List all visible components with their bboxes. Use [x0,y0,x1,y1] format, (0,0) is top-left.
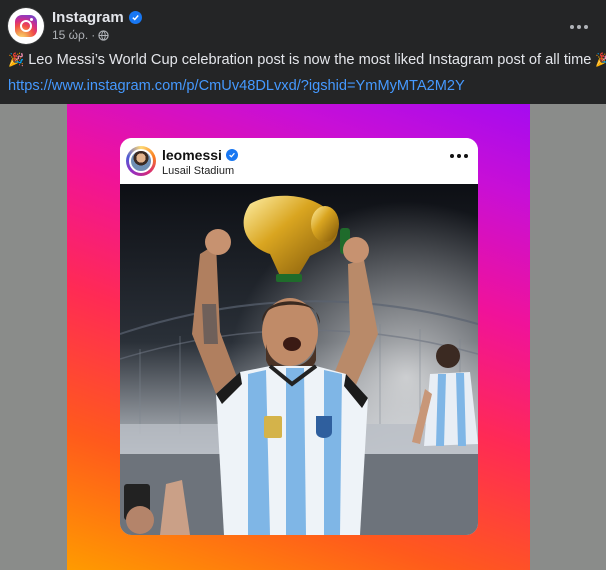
gradient-frame: leomessi Lusail Stadium [67,104,530,570]
embed-more-icon [450,154,468,158]
party-popper-icon: 🎉 [8,52,25,67]
page-avatar[interactable] [8,8,44,44]
post-media[interactable]: leomessi Lusail Stadium [0,104,606,570]
post-text-row: 🎉 Leo Messi’s World Cup celebration post… [8,52,606,68]
page-name[interactable]: Instagram [52,9,124,26]
embed-username: leomessi [162,147,222,163]
post-link[interactable]: https://www.instagram.com/p/CmUv48DLvxd/… [8,78,465,94]
post-header: Instagram 15 ώρ. · [8,8,598,44]
verified-badge-icon [225,149,238,161]
post-time[interactable]: 15 ώρ. [52,28,88,42]
embed-location: Lusail Stadium [162,165,235,177]
globe-icon [98,29,109,41]
embed-header: leomessi Lusail Stadium [120,138,478,184]
embed-avatar [126,146,156,176]
messi-trophy-photo [120,184,478,535]
post-meta: 15 ώρ. · [52,28,109,42]
party-popper-icon: 🎉 [595,52,606,67]
post-text: Leo Messi’s World Cup celebration post i… [28,52,592,68]
facebook-post: Instagram 15 ώρ. · 🎉 Leo Messi’s World C… [0,0,606,570]
verified-badge-icon [128,11,142,24]
page-name-row: Instagram [52,9,142,26]
meta-separator: · [91,28,96,42]
embed-user-row: leomessi [162,147,238,163]
instagram-logo-icon [15,15,37,37]
instagram-embed-card: leomessi Lusail Stadium [120,138,478,535]
more-options-icon[interactable] [564,12,594,42]
